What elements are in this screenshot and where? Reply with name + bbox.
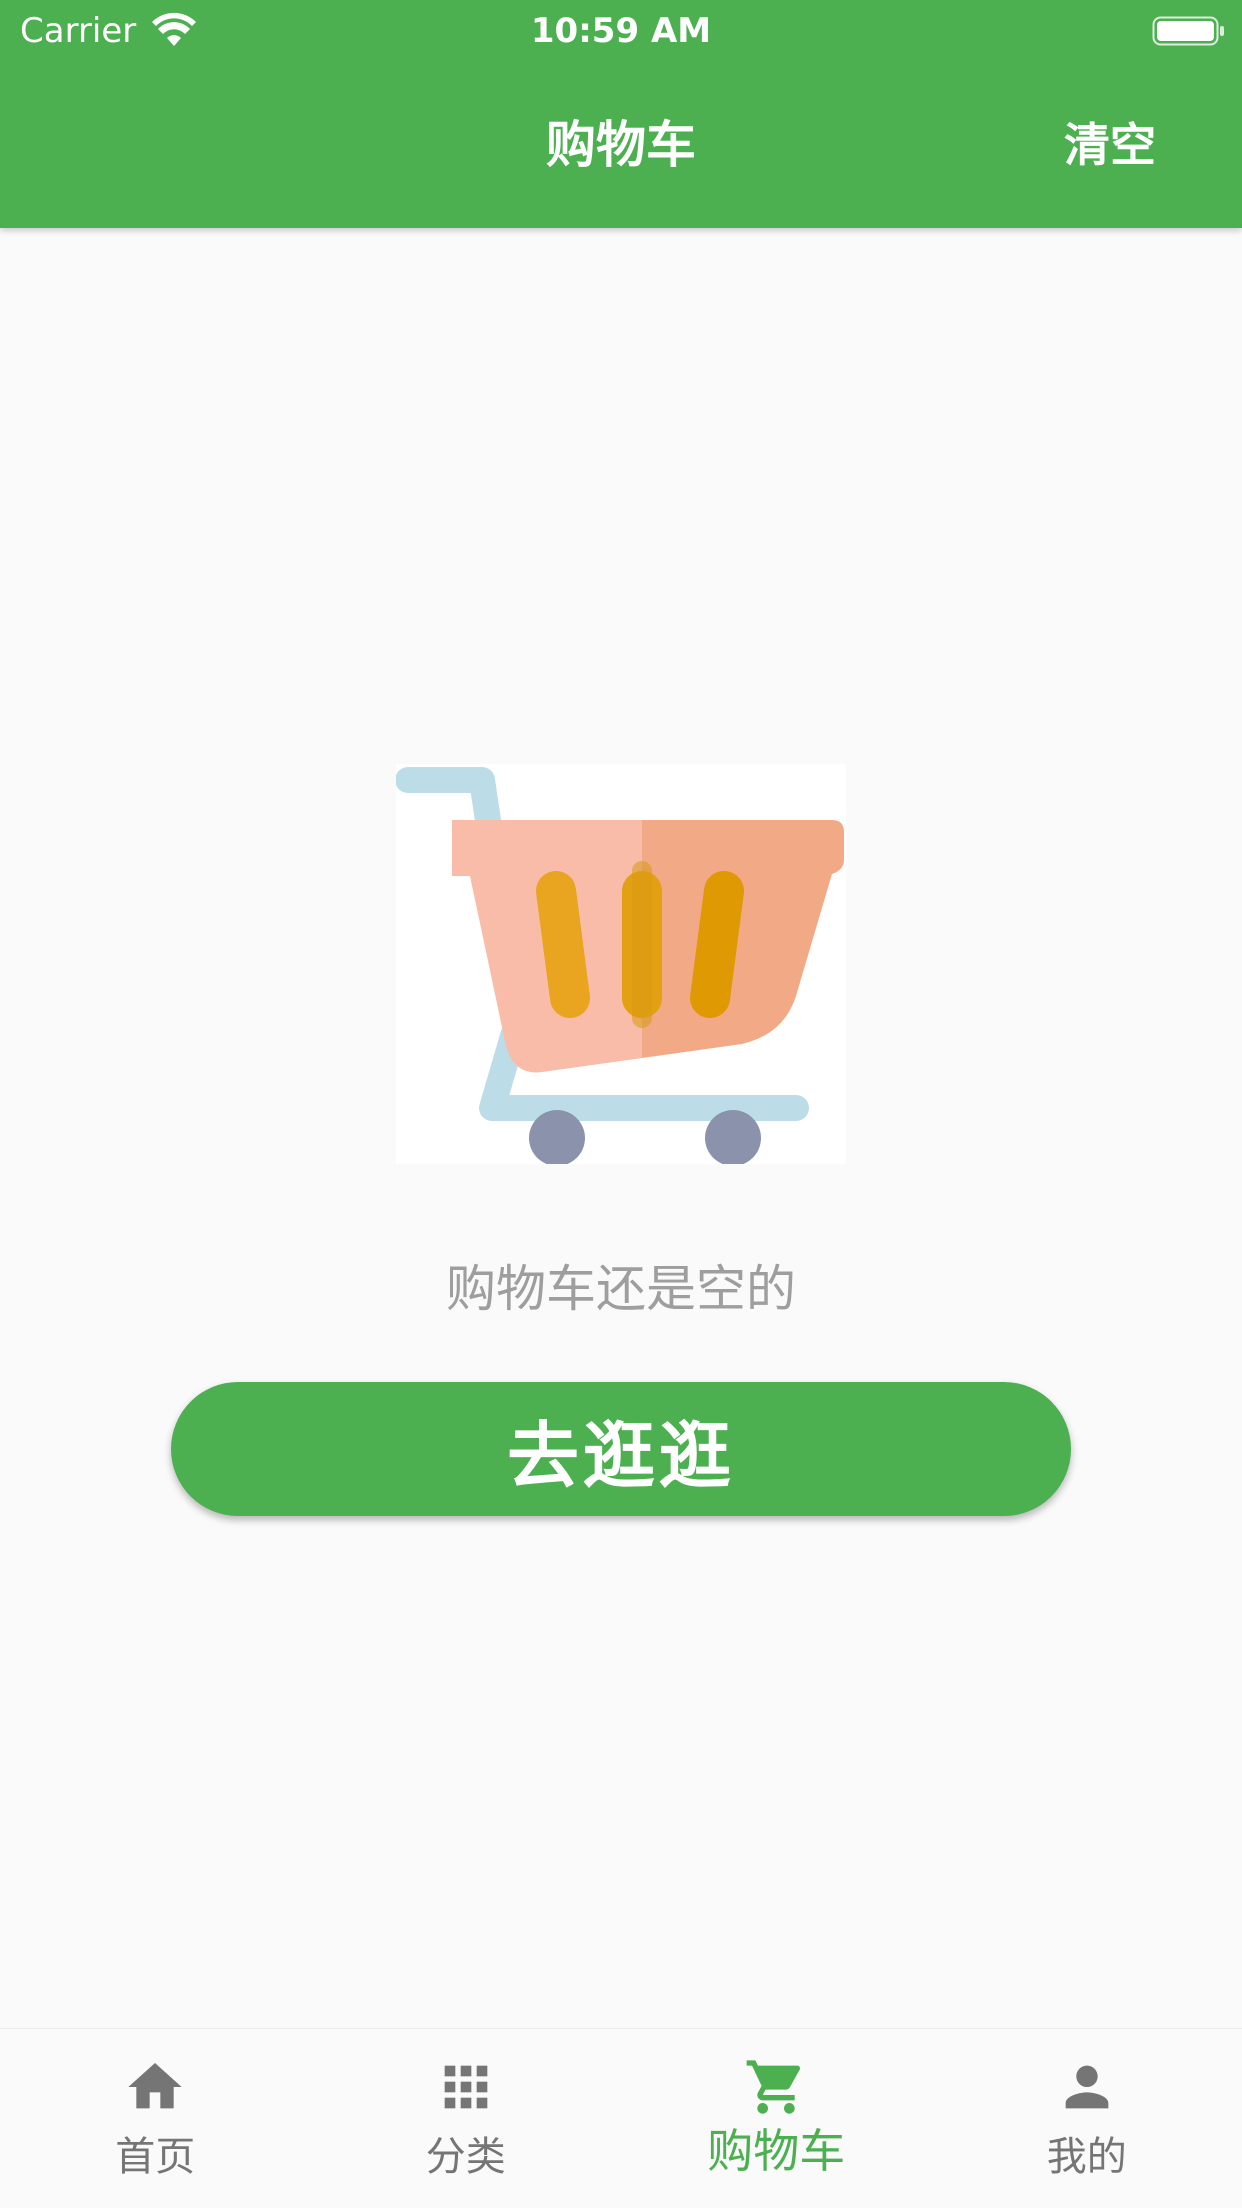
status-bar: Carrier 10:59 AM bbox=[0, 0, 1242, 62]
nav-label-cart: 购物车 bbox=[707, 2124, 846, 2178]
nav-item-home[interactable]: 首页 bbox=[0, 2029, 311, 2208]
page-title: 购物车 bbox=[546, 116, 696, 174]
nav-item-cart[interactable]: 购物车 bbox=[621, 2029, 932, 2208]
person-icon bbox=[1065, 2065, 1109, 2109]
nav-label-profile: 我的 bbox=[1046, 2134, 1127, 2180]
nav-label-category: 分类 bbox=[425, 2134, 506, 2180]
nav-item-profile[interactable]: 我的 bbox=[932, 2029, 1242, 2208]
empty-cart-message: 购物车还是空的 bbox=[446, 1260, 796, 1318]
cart-screen: Carrier 10:59 AM 购物车 清空 购物车还是空的 去逛逛 首页 分… bbox=[0, 0, 1242, 2208]
status-time: 10:59 AM bbox=[530, 11, 712, 51]
cart-icon bbox=[746, 2060, 801, 2114]
app-header: Carrier 10:59 AM 购物车 清空 bbox=[0, 0, 1242, 228]
empty-cart-illustration bbox=[396, 764, 846, 1164]
home-icon bbox=[128, 2063, 182, 2109]
go-shopping-button[interactable]: 去逛逛 bbox=[171, 1382, 1071, 1516]
nav-item-category[interactable]: 分类 bbox=[311, 2029, 622, 2208]
grid-icon bbox=[444, 2065, 488, 2109]
battery-icon bbox=[1152, 16, 1224, 46]
nav-label-home: 首页 bbox=[115, 2134, 196, 2180]
clear-cart-button[interactable]: 清空 bbox=[1064, 110, 1156, 180]
bottom-navigation: 首页 分类 购物车 我的 bbox=[0, 2028, 1242, 2208]
